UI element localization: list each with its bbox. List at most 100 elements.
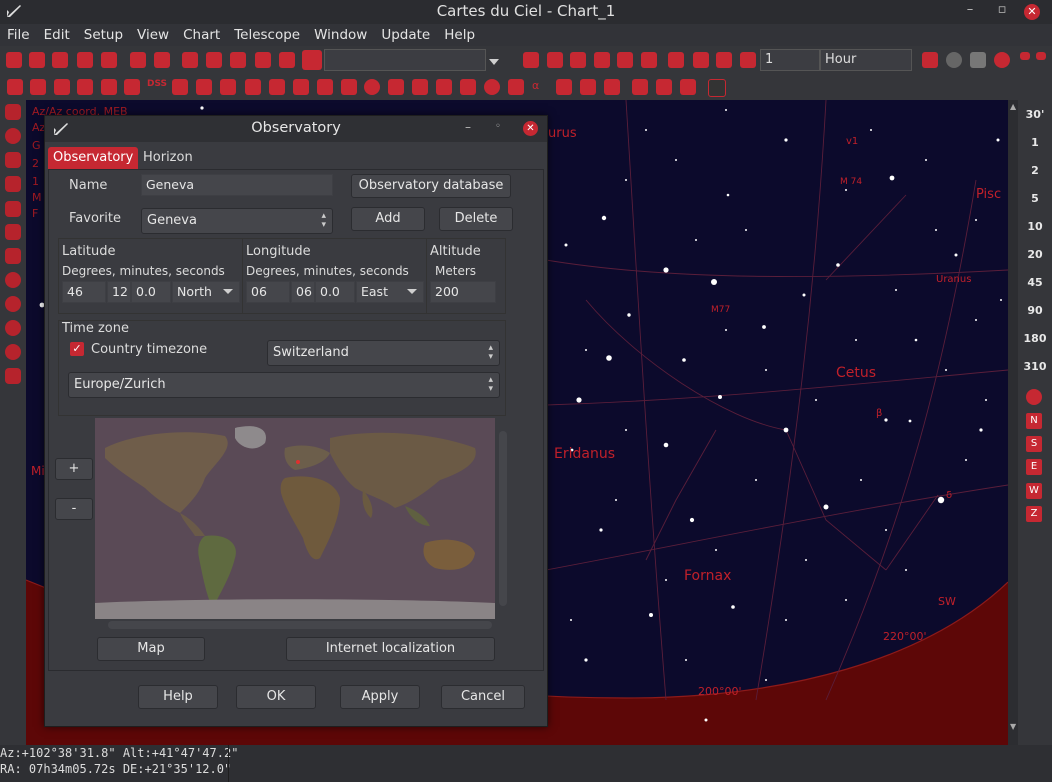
latitude-hemisphere-select[interactable]: North [172,281,240,303]
sun-icon[interactable] [196,79,212,95]
pen-icon[interactable] [269,79,285,95]
chart-scrollbar[interactable]: ▲ ▼ [1008,100,1018,745]
search-combo[interactable] [324,49,486,71]
dir-south-button[interactable]: S [1026,436,1042,452]
latitude-minutes-input[interactable]: 12 [107,281,131,303]
minimize-button[interactable]: – [960,2,980,20]
window-icon[interactable] [154,52,170,68]
list-icon[interactable] [547,52,563,68]
country-select[interactable]: Switzerland ▴ ▾ [267,340,500,366]
zoom-90deg[interactable]: 90 [1018,304,1052,317]
dir-zenith-button[interactable]: Z [1026,506,1042,522]
scroll-up-icon[interactable]: ▲ [1010,102,1016,111]
zoom-30arcmin[interactable]: 30' [1018,108,1052,121]
longitude-degrees-input[interactable]: 06 [246,281,290,303]
toolbar-float-icon[interactable] [1020,52,1030,60]
asteroid-icon[interactable] [124,79,140,95]
target-icon[interactable] [302,50,322,70]
menu-telescope[interactable]: Telescope [227,24,307,43]
close-button[interactable]: ✕ [1024,4,1040,20]
link-icon[interactable] [656,79,672,95]
toolbar-close-icon[interactable] [1036,52,1046,60]
timezone-select[interactable]: Europe/Zurich ▴ ▾ [68,372,500,398]
menu-view[interactable]: View [130,24,176,43]
label-icon[interactable] [245,79,261,95]
map-zoom-out-button[interactable]: - [55,498,93,520]
circle-icon[interactable] [364,79,380,95]
lock-icon[interactable] [5,104,21,120]
nebula-icon[interactable] [30,79,46,95]
map-button[interactable]: Map [97,637,205,661]
menu-file[interactable]: File [0,24,37,43]
chevron-down-icon[interactable] [489,59,499,65]
map-vertical-scrollbar[interactable] [499,431,507,606]
internet-localization-button[interactable]: Internet localization [286,637,495,661]
calendar2-icon[interactable] [594,52,610,68]
spider-icon[interactable] [5,248,21,264]
ok-button[interactable]: OK [236,685,316,709]
country-timezone-checkbox[interactable]: ✓ [70,342,84,356]
zoom-in-icon[interactable] [230,52,246,68]
night-vision-icon[interactable] [708,79,726,97]
hand-icon[interactable] [970,52,986,68]
calendar-icon[interactable] [570,52,586,68]
bug-icon[interactable] [5,224,21,240]
copy2-icon[interactable] [632,79,648,95]
rotate-cw-icon[interactable] [5,320,21,336]
menu-chart[interactable]: Chart [176,24,227,43]
dialog-close-button[interactable]: ✕ [523,121,538,136]
milkyway-icon[interactable] [412,79,428,95]
zoom-310deg[interactable]: 310 [1018,360,1052,373]
save-icon[interactable] [52,52,68,68]
compass-icon[interactable] [994,52,1010,68]
binoculars-icon[interactable] [523,52,539,68]
rotate-icon[interactable] [580,79,596,95]
tab-observatory[interactable]: Observatory [48,147,139,169]
zoom-20deg[interactable]: 20 [1018,248,1052,261]
horizon-icon[interactable] [388,79,404,95]
cancel-button[interactable]: Cancel [441,685,525,709]
map-zoom-in-button[interactable]: + [55,458,93,480]
telescope-icon[interactable] [922,52,938,68]
star-filter-icon[interactable] [7,79,23,95]
globe-icon[interactable] [946,52,962,68]
fast-forward-icon[interactable] [740,52,756,68]
favorite-select[interactable]: Geneva ▴ ▾ [141,208,333,234]
open-icon[interactable] [29,52,45,68]
dialog-minimize-button[interactable]: – [465,120,471,134]
help-button[interactable]: Help [138,685,218,709]
stop-icon[interactable] [693,52,709,68]
zoom-2deg[interactable]: 2 [1018,164,1052,177]
longitude-minutes-input[interactable]: 06 [291,281,315,303]
zoom-180deg[interactable]: 180 [1018,332,1052,345]
menu-setup[interactable]: Setup [77,24,130,43]
ecliptic-icon[interactable] [484,79,500,95]
galactic-icon[interactable] [508,79,524,95]
image-icon[interactable] [172,79,188,95]
longitude-seconds-input[interactable]: 0.0 [315,281,355,303]
print-icon[interactable] [77,52,93,68]
tab-horizon[interactable]: Horizon [138,147,198,169]
calendar4-icon[interactable] [641,52,657,68]
dialog-restore-button[interactable]: ◦ [495,121,501,132]
rewind-icon[interactable] [668,52,684,68]
copy-icon[interactable] [130,52,146,68]
play-icon[interactable] [716,52,732,68]
zenith-icon[interactable] [1026,389,1042,405]
cluster-icon[interactable] [77,79,93,95]
dir-west-button[interactable]: W [1026,483,1042,499]
anchor-icon[interactable] [680,79,696,95]
map-horizontal-scrollbar[interactable] [108,621,492,629]
rotate-ccw-icon[interactable] [5,344,21,360]
world-map[interactable] [95,418,495,619]
menu-edit[interactable]: Edit [37,24,77,43]
boundaries-icon[interactable] [460,79,476,95]
name-input[interactable]: Geneva [141,174,333,196]
menu-window[interactable]: Window [307,24,374,43]
latitude-seconds-input[interactable]: 0.0 [131,281,171,303]
square-icon[interactable] [604,79,620,95]
menu-help[interactable]: Help [437,24,482,43]
observatory-database-button[interactable]: Observatory database [351,174,511,198]
settings-icon[interactable] [101,52,117,68]
flip-vertical-icon[interactable] [5,368,21,384]
